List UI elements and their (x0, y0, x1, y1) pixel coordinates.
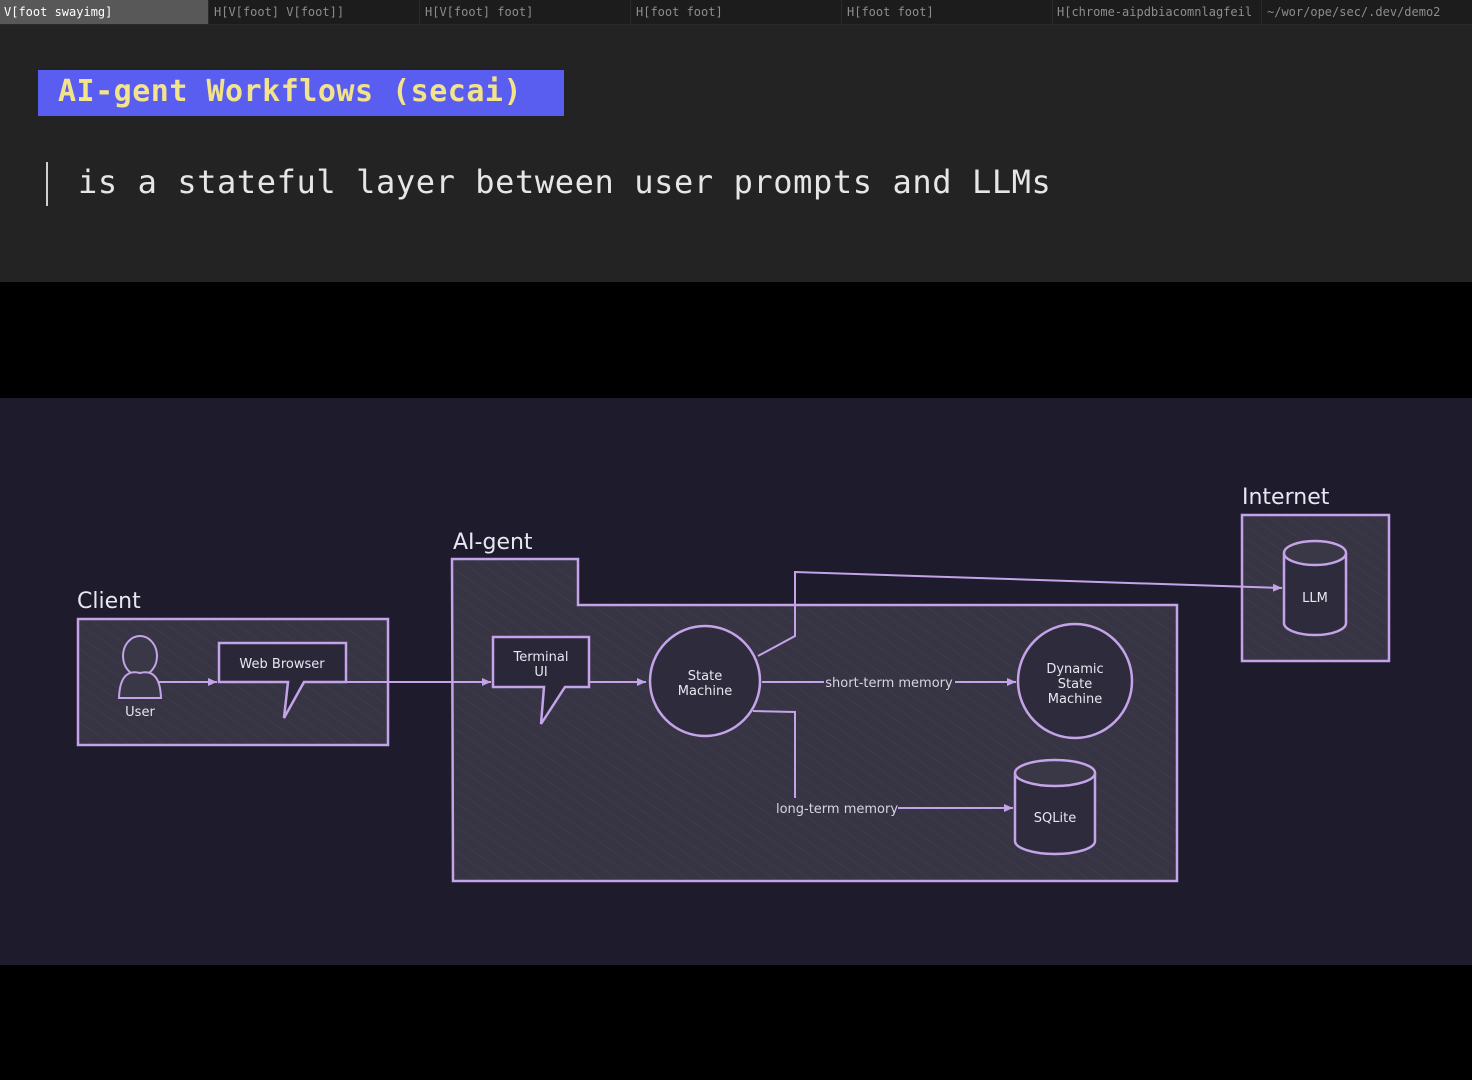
tab-path[interactable]: ~/wor/ope/sec/.dev/demo2 (1263, 0, 1472, 24)
workspace-tab-bar: V[foot swayimg] H[V[foot] V[foot]] H[V[f… (0, 0, 1472, 25)
tab-vfoot-foot[interactable]: H[V[foot] foot] (421, 0, 631, 24)
slide-title: AI-gent Workflows (secai) (58, 74, 523, 109)
llm-database-icon (1282, 539, 1348, 637)
sqlite-database-icon (1013, 758, 1097, 856)
terminal-ui-label-1: Terminal (513, 650, 569, 665)
tab-foot-swayimg[interactable]: V[foot swayimg] (0, 0, 209, 24)
slide-quote: is a stateful layer between user prompts… (78, 163, 1052, 201)
long-term-memory-label: long-term memory (776, 802, 898, 817)
internet-label: Internet (1242, 485, 1330, 510)
short-term-memory-label: short-term memory (825, 676, 953, 691)
quote-bar (46, 162, 48, 206)
terminal-ui-label-2: UI (534, 665, 547, 680)
tab-vfoot-vfoot[interactable]: H[V[foot] V[foot]] (210, 0, 420, 24)
architecture-diagram: Client User Web Browser AI-gent Terminal… (0, 398, 1472, 965)
user-icon (117, 635, 163, 699)
tab-foot-foot-1[interactable]: H[foot foot] (632, 0, 842, 24)
slide-title-box: AI-gent Workflows (secai) (38, 70, 564, 116)
state-machine-label-1: State (688, 669, 722, 684)
dsm-label-2: State (1058, 677, 1092, 692)
state-machine-label-2: Machine (678, 684, 732, 699)
tab-chrome[interactable]: H[chrome-aipdbiacomnlagfeil (1053, 0, 1262, 24)
llm-label: LLM (1302, 591, 1328, 606)
dsm-label-3: Machine (1048, 692, 1102, 707)
client-label: Client (77, 589, 141, 614)
dsm-label-1: Dynamic (1046, 662, 1103, 677)
sqlite-label: SQLite (1034, 811, 1076, 826)
web-browser-label: Web Browser (239, 657, 325, 672)
user-label: User (125, 705, 155, 720)
tab-foot-foot-2[interactable]: H[foot foot] (843, 0, 1053, 24)
terminal-slide-pane: AI-gent Workflows (secai) is a stateful … (0, 25, 1472, 282)
aigent-label: AI-gent (453, 530, 533, 555)
